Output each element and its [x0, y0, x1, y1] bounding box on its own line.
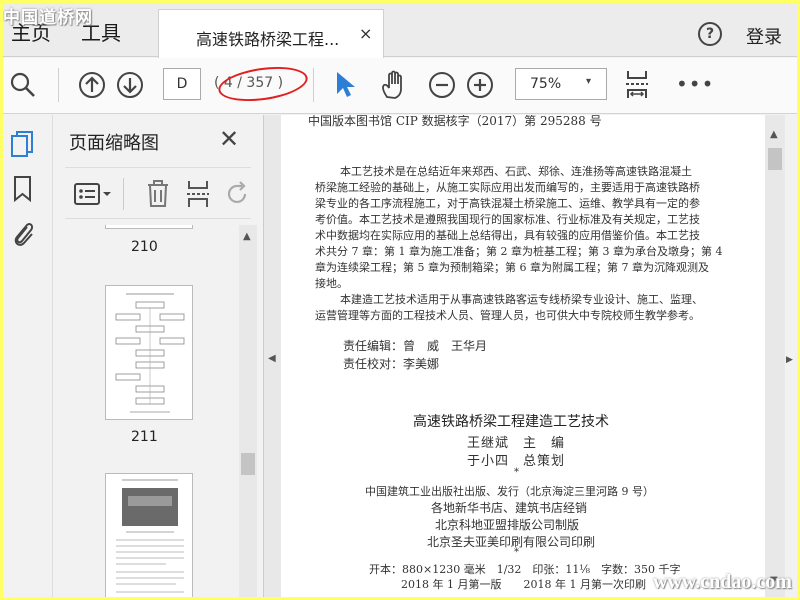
document-scrollbar[interactable]: ▲ ▼ [765, 115, 785, 597]
chevron-down-icon: ▾ [586, 76, 592, 87]
specs-line: 开本：880×1230 毫米 1/32 印张：11⅛ 字数：350 千字 [369, 563, 681, 576]
zoom-in-icon[interactable] [466, 71, 494, 99]
toolbar: D ( 4 / 357 ) 75% ▾ ••• [3, 58, 797, 114]
flowchart-thumbnail-image [115, 293, 185, 413]
panel-splitter[interactable]: ◀ [263, 115, 281, 597]
red-ellipse-annotation [216, 61, 310, 107]
tab-bar: 主页 工具 高速铁路桥梁工程... × ? 登录 [3, 3, 797, 58]
next-page-icon[interactable] [116, 71, 144, 99]
scroll-up-arrow-icon[interactable]: ▲ [243, 231, 251, 242]
document-page: 中国版本图书馆 CIP 数据核字（2017）第 295288 号 本工艺技术是在… [281, 115, 765, 597]
hand-tool-icon[interactable] [379, 69, 409, 101]
separator-star: * [514, 467, 519, 478]
bookmark-icon[interactable] [12, 175, 34, 203]
fit-page-icon[interactable] [623, 68, 651, 102]
collapse-panel-arrow-icon[interactable]: ◀ [268, 353, 276, 364]
page-thumbnail-number: 211 [131, 429, 158, 445]
page-thumbnail[interactable] [105, 473, 193, 597]
intro-line: 术中数据均在实际应用的基础上总结得出，具有较强的应用借鉴价值。本工艺技 [315, 229, 700, 242]
intro-line: 本工艺技术是在总结近年来郑西、石武、郑徐、连淮扬等高速铁路混凝土 [340, 165, 692, 178]
intro-line: 接地。 [315, 277, 348, 290]
separator-star: * [514, 547, 519, 558]
tab-close-icon[interactable]: × [359, 24, 372, 43]
page-number-input[interactable]: D [163, 68, 201, 100]
trash-icon[interactable] [145, 179, 171, 209]
distributor-line: 各地新华书店、建筑书店经销 [431, 501, 588, 515]
search-icon[interactable] [9, 71, 37, 99]
login-button[interactable]: 登录 [746, 23, 782, 49]
panel-title: 页面缩略图 [69, 133, 159, 154]
scrollbar-thumb[interactable] [241, 453, 255, 475]
previous-page-icon[interactable] [78, 71, 106, 99]
author-line: 王继斌 主 编 [467, 436, 566, 451]
edition-line: 2018 年 1 月第一版 2018 年 1 月第一次印刷 [401, 578, 646, 591]
document-tab[interactable]: 高速铁路桥梁工程... × [158, 9, 384, 58]
page-thumbnail[interactable] [105, 285, 193, 420]
intro-line: 术共分 7 章：第 1 章为施工准备；第 2 章为桩基工程；第 3 章为承台及墩… [315, 245, 723, 258]
watermark-bottom: www.cndao.com [653, 571, 792, 593]
printer-line: 北京圣夫亚美印刷有限公司印刷 [427, 535, 596, 549]
publisher-line: 中国建筑工业出版社出版、发行（北京海淀三里河路 9 号） [365, 485, 654, 498]
scroll-up-arrow-icon[interactable]: ▲ [770, 129, 778, 140]
book-title: 高速铁路桥梁工程建造工艺技术 [413, 414, 609, 430]
intro-line: 考价值。本工艺技术是遵照我国现行的国家标准、行业标准及有关规定，工艺技 [315, 213, 700, 226]
toolbar-divider [313, 68, 314, 102]
intro-line: 梁专业的各工序流程施工，对于高铁混凝土桥梁施工、运维、教学具有一定的参 [315, 197, 700, 210]
page-thumbnail-number: 210 [131, 239, 158, 255]
scope-line: 运营管理等方面的工程技术人员、管理人员，也可供大中专院校师生教学参考。 [315, 309, 700, 322]
zoom-value: 75% [530, 76, 562, 92]
scope-line: 本建造工艺技术适用于从事高速铁路客运专线桥梁专业设计、施工、监理、 [340, 293, 703, 306]
page-thumbnails-icon[interactable] [9, 129, 37, 161]
select-cursor-icon[interactable] [334, 70, 356, 100]
thumbnail-panel: 页面缩略图 ✕ 210 211 ▲ [53, 115, 263, 597]
expand-right-panel-arrow-icon[interactable]: ▶ [786, 355, 793, 365]
cip-line: 中国版本图书馆 CIP 数据核字（2017）第 295288 号 [308, 115, 602, 128]
intro-line: 桥梁施工经验的基础上，从施工实际应用出发而编写的，主要适用于高速铁路桥 [315, 181, 700, 194]
rotate-icon[interactable] [225, 180, 251, 208]
right-rail: ▶ [785, 115, 797, 597]
extract-pages-icon[interactable] [185, 178, 213, 210]
left-rail [3, 115, 53, 597]
typesetter-line: 北京科地亚盟排版公司制版 [435, 518, 580, 532]
photo-thumbnail-image [116, 479, 184, 593]
attachment-icon[interactable] [10, 219, 36, 249]
toolbar-divider [58, 68, 59, 102]
help-icon[interactable]: ? [698, 22, 722, 46]
page-thumbnail[interactable] [105, 225, 193, 229]
panel-divider [123, 178, 124, 210]
document-tab-title: 高速铁路桥梁工程... [196, 30, 340, 49]
more-options-icon[interactable]: ••• [676, 72, 714, 96]
watermark-top: 中国道桥网 [3, 8, 93, 28]
proofreader-line: 责任校对：李美娜 [343, 357, 440, 371]
thumbnail-list: 210 211 [53, 225, 239, 597]
scrollbar-thumb[interactable] [768, 148, 782, 170]
thumbnail-scrollbar[interactable]: ▲ [239, 225, 257, 597]
panel-toolbar [65, 167, 251, 219]
editor-line: 责任编辑：曾 威 王华月 [343, 339, 488, 353]
zoom-select[interactable]: 75% ▾ [515, 68, 607, 100]
app-window: 中国道桥网 主页 工具 高速铁路桥梁工程... × ? 登录 D ( 4 / 3… [3, 3, 797, 597]
thumbnail-options-icon[interactable] [73, 181, 117, 207]
panel-close-icon[interactable]: ✕ [219, 125, 239, 153]
intro-line: 章为连续梁工程；第 5 章为预制箱梁；第 6 章为附属工程；第 7 章为沉降观测… [315, 261, 709, 274]
zoom-out-icon[interactable] [428, 71, 456, 99]
